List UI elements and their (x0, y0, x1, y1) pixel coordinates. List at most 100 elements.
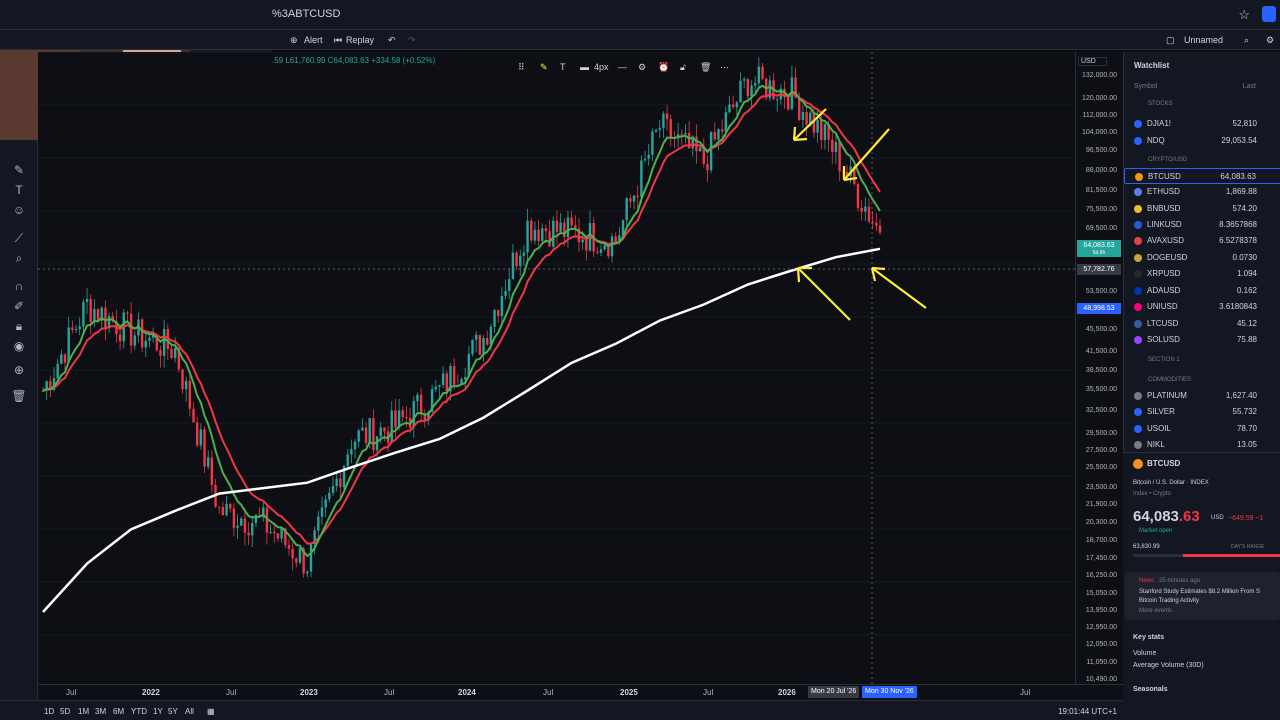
watchlist-row[interactable]: AVAXUSD 6.5278378 (1124, 233, 1280, 249)
watchlist-row[interactable]: XRPUSD 1.094 (1124, 266, 1280, 282)
watchlist-row[interactable]: LTCUSD 45.12 (1124, 316, 1280, 332)
candle-body (118, 334, 122, 342)
range-button-1y[interactable]: 1Y (153, 707, 163, 716)
candle-body (533, 229, 537, 241)
watchlist-row[interactable]: NDQ 29,053.54 (1124, 133, 1280, 149)
section-stocks[interactable]: STOCKS (1148, 101, 1173, 107)
price-tick: 13,950.00 (1085, 607, 1117, 614)
pen-color-icon[interactable]: ✎ (540, 62, 548, 73)
candle-body (709, 132, 713, 171)
col-last[interactable]: Last (1243, 83, 1256, 90)
trash-icon[interactable]: 🗑︎ (700, 62, 711, 73)
more-events-link[interactable]: More events (1139, 608, 1172, 614)
range-button-ytd[interactable]: YTD (131, 707, 147, 716)
settings-icon[interactable]: ⚙ (638, 62, 646, 73)
search-icon[interactable]: ⌕ (1244, 35, 1249, 46)
range-button-5d[interactable]: 5D (60, 707, 70, 716)
detail-symbol[interactable]: BTCUSD (1133, 459, 1180, 468)
section-commodities[interactable]: COMMODITIES (1148, 377, 1191, 383)
emoji-icon[interactable]: ☺ (11, 202, 27, 218)
watchlist-row[interactable]: LINKUSD 8.3657868 (1124, 217, 1280, 233)
section-crypto[interactable]: CRYPTO/USD (1148, 157, 1187, 163)
candle-body (739, 80, 742, 103)
chart-canvas[interactable] (38, 51, 1075, 684)
line-style-icon[interactable]: ▬ (580, 62, 589, 72)
watchlist-row[interactable]: PLATINUM 1,627.40 (1124, 388, 1280, 404)
candle-body (162, 329, 166, 356)
more-icon[interactable]: ⋯ (720, 62, 729, 73)
watchlist-row[interactable]: BNBUSD 574.20 (1124, 201, 1280, 217)
time-axis[interactable]: Jul 2022 Jul 2023 Jul 2024 Jul 2025 Jul 2026 Jul Mo… (38, 684, 1123, 700)
watchlist-symbol: SILVER (1147, 407, 1175, 416)
magnet-icon[interactable]: ∩ (11, 278, 27, 294)
stroke-width[interactable]: 4px (594, 62, 609, 72)
layout-name[interactable]: Unnamed (1184, 35, 1223, 45)
symbol-logo-icon (1134, 270, 1142, 278)
price-axis[interactable]: 132,000.00 120,000.00 112,000.00 104,000.00… (1075, 52, 1123, 684)
layout-icon[interactable]: ▢ (1166, 35, 1175, 46)
candle-body (159, 350, 162, 356)
watchlist-row[interactable]: SOLUSD 75.88 (1124, 332, 1280, 348)
watchlist-row[interactable]: BTCUSD 64,083.63 (1124, 168, 1280, 184)
range-button-all[interactable]: All (185, 707, 194, 716)
range-button-1m[interactable]: 1M (78, 707, 89, 716)
replay-icon[interactable]: ⏮ (334, 35, 342, 46)
watchlist-row[interactable]: DOGEUSD 0.0730 (1124, 250, 1280, 266)
range-button-6m[interactable]: 6M (113, 707, 124, 716)
watchlist-row[interactable]: NIKL 13.05 (1124, 437, 1280, 453)
ruler-icon[interactable]: ⟋ (11, 230, 27, 246)
zoom-icon[interactable]: ⌕ (11, 250, 27, 266)
news-headline[interactable]: Stanford Study Estimates $8.2 Million Fr… (1139, 588, 1279, 606)
alert-icon[interactable]: ⊕ (290, 35, 298, 46)
candle-body (504, 290, 507, 296)
candle-body (401, 410, 404, 418)
lock-icon[interactable]: 🔒︎ (11, 318, 27, 334)
price-tick: 53,500.00 (1085, 288, 1117, 295)
price-chart[interactable] (38, 51, 1075, 684)
watchlist-row[interactable]: DJIA1! 52,810 (1124, 116, 1280, 132)
candle-body (126, 312, 129, 314)
text-color-icon[interactable]: T (560, 62, 566, 72)
candle-body (82, 301, 85, 327)
pencil-lock-icon[interactable]: ✐ (11, 298, 27, 314)
trash-icon[interactable]: 🗑︎ (11, 388, 27, 404)
symbol-logo-icon (1134, 392, 1142, 400)
price-tick: 69,500.00 (1085, 225, 1117, 232)
candle-body (63, 354, 67, 363)
watchlist-row[interactable]: ADAUSD 0.162 (1124, 283, 1280, 299)
symbol-search[interactable]: %3ABTCUSD (272, 8, 340, 20)
line-dash-icon[interactable]: — (618, 62, 627, 72)
symbol-details: BTCUSD Bitcoin / U.S. Dollar · INDEX Ind… (1123, 452, 1280, 720)
star-icon[interactable]: ☆ (1238, 7, 1250, 23)
replay-button[interactable]: Replay (346, 35, 374, 45)
watchlist-symbol: BTCUSD (1148, 172, 1181, 181)
watchlist-row[interactable]: USOIL 78.70 (1124, 421, 1280, 437)
text-icon[interactable]: T (11, 182, 27, 198)
drag-icon[interactable]: ⠿ (518, 62, 525, 73)
alert-button[interactable]: Alert (304, 35, 323, 45)
brush-icon[interactable]: ✎ (11, 162, 27, 178)
watchlist-title[interactable]: Watchlist (1134, 61, 1169, 70)
watchlist-row[interactable]: SILVER 55.732 (1124, 404, 1280, 420)
settings-icon[interactable]: ⚙ (1266, 35, 1274, 46)
col-symbol[interactable]: Symbol (1134, 83, 1157, 90)
range-button-5y[interactable]: 5Y (168, 707, 178, 716)
watchlist-row[interactable]: UNIUSD 3.6180843 (1124, 299, 1280, 315)
undo-icon[interactable]: ↶ (388, 35, 396, 46)
globe-icon[interactable]: ⊕ (11, 362, 27, 378)
currency-selector[interactable]: USD (1078, 57, 1107, 66)
range-button-1d[interactable]: 1D (44, 707, 54, 716)
redo-icon[interactable]: ↷ (408, 35, 416, 46)
detail-price: 64,083.63 (1133, 508, 1200, 525)
candle-body (599, 249, 603, 253)
candle-body (412, 401, 415, 428)
calendar-icon[interactable]: ▦ (207, 707, 215, 716)
price-tick: 75,500.00 (1085, 206, 1117, 213)
range-button-3m[interactable]: 3M (95, 707, 106, 716)
lock-icon[interactable]: 🔓︎ (680, 62, 686, 73)
section-1[interactable]: SECTION 1 (1148, 357, 1180, 363)
news-card[interactable]: News 25 minutes ago Stanford Study Estim… (1125, 572, 1280, 620)
eye-icon[interactable]: ◉ (11, 338, 27, 354)
watchlist-row[interactable]: ETHUSD 1,869.88 (1124, 184, 1280, 200)
alert-add-icon[interactable]: ⏰ (658, 62, 669, 73)
